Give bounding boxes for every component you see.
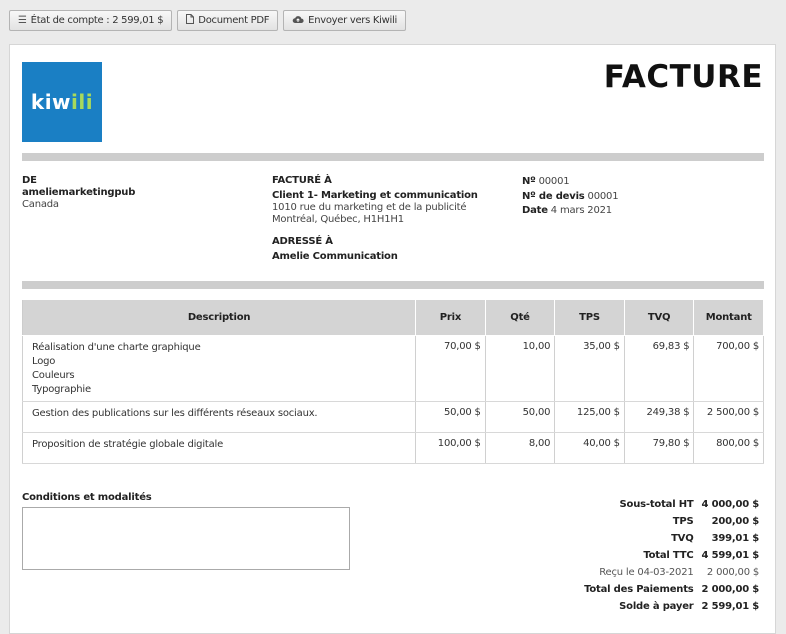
toolbar: ☰ État de compte : 2 599,01 $ Document P…	[9, 10, 406, 31]
cloud-upload-icon	[292, 15, 304, 27]
totals-table: Sous-total HT 4 000,00 $ TPS 200,00 $ TVQ 3…	[576, 496, 759, 615]
row-amount: 700,00 $	[693, 335, 764, 402]
conditions-field[interactable]	[22, 507, 350, 570]
description-line: Réalisation d'une charte graphique	[32, 342, 201, 353]
table-header-row: Description Prix Qté TPS TVQ Montant	[21, 299, 764, 336]
table-row: Réalisation d'une charte graphique Logo …	[21, 335, 764, 402]
totals-label: TVQ	[671, 533, 694, 544]
company-logo: kiw ili	[22, 62, 102, 142]
totals-row-tvq: TVQ 399,01 $	[576, 530, 759, 547]
account-statement-label: État de compte : 2 599,01 $	[30, 15, 164, 26]
table-row: Proposition de stratégie globale digital…	[21, 432, 764, 464]
bill-to-name: Client 1- Marketing et communication	[272, 190, 478, 201]
totals-label: Reçu le 04-03-2021	[599, 567, 694, 578]
row-quantity: 50,00	[484, 401, 556, 433]
row-tvq: 249,38 $	[623, 401, 695, 433]
document-title: FACTURE	[603, 59, 763, 95]
row-tps: 40,00 $	[554, 432, 625, 464]
bill-to-block: FACTURÉ À Client 1- Marketing et communi…	[272, 175, 478, 263]
totals-value: 200,00 $	[711, 516, 760, 527]
totals-label: Sous-total HT	[619, 499, 694, 510]
invoice-date-label: Date	[522, 205, 548, 216]
send-to-kiwili-button[interactable]: Envoyer vers Kiwili	[283, 10, 406, 31]
bill-to-address2: Montréal, Québec, H1H1H1	[272, 214, 404, 225]
from-block: DE ameliemarketingpub Canada	[22, 175, 135, 211]
divider-band-top	[22, 153, 764, 161]
invoice-meta-block: Nº 00001 Nº de devis 00001 Date 4 mars 2…	[522, 175, 619, 219]
row-description: Proposition de stratégie globale digital…	[21, 432, 417, 464]
row-tvq: 79,80 $	[623, 432, 695, 464]
divider-band-bottom	[22, 281, 764, 289]
totals-row-tps: TPS 200,00 $	[576, 513, 759, 530]
send-to-kiwili-label: Envoyer vers Kiwili	[308, 15, 397, 26]
totals-value: 399,01 $	[711, 533, 760, 544]
row-description: Réalisation d'une charte graphique Logo …	[21, 335, 417, 402]
row-tps: 125,00 $	[554, 401, 625, 433]
table-row: Gestion des publications sur les différe…	[21, 401, 764, 433]
invoice-number-label: Nº	[522, 176, 536, 187]
bill-to-address1: 1010 rue du marketing et de la publicité	[272, 202, 467, 213]
totals-value: 2 000,00 $	[706, 567, 759, 578]
pdf-document-button[interactable]: Document PDF	[177, 10, 279, 31]
header-tvq: TVQ	[623, 299, 695, 336]
row-amount: 800,00 $	[693, 432, 764, 464]
ship-to-heading: ADRESSÉ À	[272, 236, 333, 247]
totals-label: Solde à payer	[619, 601, 694, 612]
description-line: Proposition de stratégie globale digital…	[32, 439, 224, 450]
totals-label: TPS	[672, 516, 694, 527]
row-price: 100,00 $	[415, 432, 486, 464]
from-heading: DE	[22, 175, 37, 186]
file-icon	[186, 14, 195, 27]
row-tps: 35,00 $	[554, 335, 625, 402]
logo-text-part2: ili	[71, 90, 94, 114]
header-amount: Montant	[693, 299, 764, 336]
invoice-number: 00001	[538, 176, 570, 187]
totals-label: Total TTC	[643, 550, 694, 561]
totals-value: 4 000,00 $	[701, 499, 760, 510]
totals-label: Total des Paiements	[584, 584, 694, 595]
totals-value: 4 599,01 $	[701, 550, 760, 561]
row-amount: 2 500,00 $	[693, 401, 764, 433]
pdf-document-label: Document PDF	[198, 15, 270, 26]
totals-row-total-ttc: Total TTC 4 599,01 $	[576, 547, 759, 564]
quote-number: 00001	[587, 190, 619, 202]
ship-to-name: Amelie Communication	[272, 251, 398, 262]
row-price: 70,00 $	[415, 335, 486, 402]
totals-row-balance-due: Solde à payer 2 599,01 $	[576, 598, 759, 615]
description-line: Couleurs	[32, 370, 75, 381]
invoice-date: 4 mars 2021	[550, 205, 612, 216]
totals-row-subtotal: Sous-total HT 4 000,00 $	[576, 496, 760, 513]
header-tps: TPS	[554, 299, 625, 336]
list-icon: ☰	[18, 15, 27, 26]
account-statement-button[interactable]: ☰ État de compte : 2 599,01 $	[9, 10, 173, 31]
conditions-label: Conditions et modalités	[22, 492, 152, 503]
bill-to-heading: FACTURÉ À	[272, 175, 332, 186]
description-line: Logo	[32, 356, 56, 367]
header-description: Description	[21, 299, 417, 336]
row-price: 50,00 $	[415, 401, 486, 433]
logo-text-part1: kiw	[30, 90, 72, 114]
header-quantity: Qté	[484, 299, 556, 336]
invoice-paper: kiw ili FACTURE DE ameliemarketingpub Can…	[9, 44, 776, 634]
totals-row-total-payments: Total des Paiements 2 000,00 $	[576, 581, 759, 598]
description-line: Typographie	[32, 384, 91, 395]
totals-row-payment-received: Reçu le 04-03-2021 2 000,00 $	[576, 564, 759, 581]
from-name: ameliemarketingpub	[22, 187, 136, 198]
quote-number-label: Nº de devis	[522, 190, 585, 202]
header-price: Prix	[415, 299, 486, 336]
from-country: Canada	[22, 199, 59, 210]
description-line: Gestion des publications sur les différe…	[32, 408, 318, 419]
line-items-table: Description Prix Qté TPS TVQ Montant Réa…	[21, 299, 764, 464]
row-quantity: 10,00	[484, 335, 556, 402]
totals-value: 2 000,00 $	[701, 584, 760, 595]
row-description: Gestion des publications sur les différe…	[21, 401, 417, 433]
row-quantity: 8,00	[484, 432, 556, 464]
totals-value: 2 599,01 $	[701, 601, 760, 612]
row-tvq: 69,83 $	[623, 335, 695, 402]
